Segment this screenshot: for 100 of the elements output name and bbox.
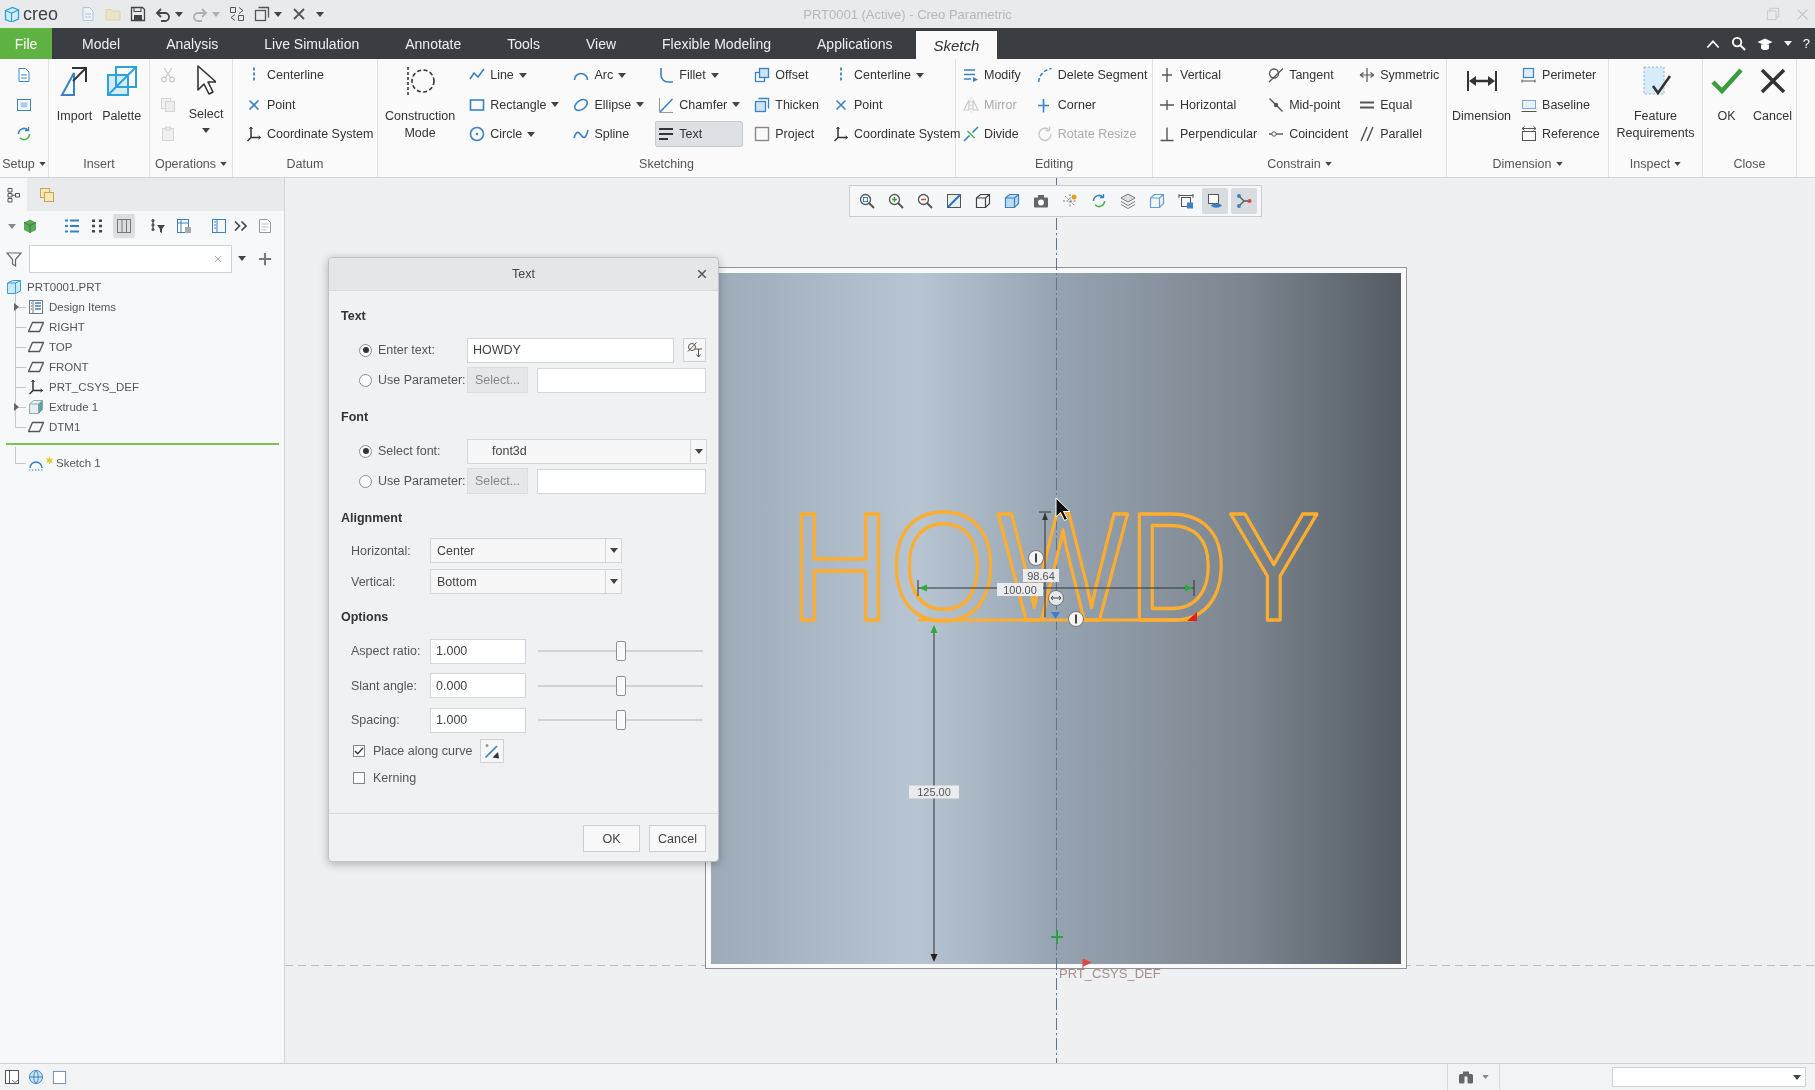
ribbon-tab[interactable]: Model	[59, 28, 144, 59]
slider-track[interactable]	[538, 639, 703, 664]
globe-icon[interactable]	[28, 1069, 44, 1085]
radio-button[interactable]	[359, 343, 372, 357]
slider-track[interactable]	[538, 708, 703, 733]
ribbon-button[interactable]: Project	[751, 121, 823, 147]
ribbon-tab[interactable]: View	[562, 28, 640, 59]
panel-toggle-icon[interactable]	[4, 1069, 20, 1085]
ribbon-button[interactable]: Text	[655, 121, 744, 147]
ribbon-button[interactable]: Spline	[570, 121, 648, 147]
slider-thumb[interactable]	[615, 641, 626, 662]
ribbon-button[interactable]: Baseline	[1518, 91, 1603, 118]
ribbon-button[interactable]: Delete Segment	[1033, 62, 1151, 88]
ribbon-tab[interactable]: Sketch	[915, 31, 998, 59]
font-dropdown[interactable]: font3d	[467, 438, 707, 464]
tree-item[interactable]: DTM1	[49, 421, 81, 433]
ribbon-button[interactable]: Centerline	[243, 62, 377, 88]
ribbon-button[interactable]: Parallel	[1356, 121, 1443, 147]
parameter-field[interactable]	[537, 367, 706, 393]
ribbon-large-button[interactable]: Feature Requirements	[1609, 62, 1702, 142]
find-button[interactable]	[1447, 1064, 1500, 1090]
parameter-field[interactable]	[537, 468, 706, 494]
tree-item[interactable]: Sketch 1	[56, 457, 101, 469]
ribbon-tab[interactable]: Tools	[484, 28, 563, 59]
clear-icon[interactable]	[213, 253, 223, 264]
ribbon-large-button[interactable]: Dimension	[1449, 62, 1515, 125]
number-field[interactable]: 1.000	[430, 707, 526, 733]
slider-thumb[interactable]	[615, 675, 626, 696]
search-icon[interactable]	[1730, 36, 1746, 51]
ribbon-button[interactable]: Thicken	[751, 91, 823, 118]
alignment-dropdown[interactable]: Bottom	[430, 569, 622, 594]
ribbon-button[interactable]: Coordinate System	[243, 121, 377, 147]
ribbon-large-button[interactable]: Select	[185, 62, 227, 133]
ribbon-button[interactable]: Rectangle	[466, 91, 563, 118]
radio-button[interactable]	[359, 444, 372, 458]
slider-thumb[interactable]	[615, 710, 626, 731]
ribbon-button[interactable]: Line	[466, 62, 563, 88]
ribbon-button[interactable]: Offset	[751, 62, 823, 88]
tree-item[interactable]: PRT0001.PRT	[27, 281, 102, 293]
ribbon-tab[interactable]: Flexible Modeling	[639, 28, 794, 59]
close-icon[interactable]	[697, 269, 707, 279]
radio-button[interactable]	[359, 474, 372, 488]
expand-triangle-icon[interactable]	[13, 303, 19, 311]
ribbon-button[interactable]: Fillet	[655, 62, 744, 88]
number-field[interactable]: 1.000	[430, 638, 526, 664]
ribbon-tab[interactable]: Analysis	[143, 28, 242, 59]
ribbon-button[interactable]: Horizontal	[1156, 91, 1261, 118]
group-label[interactable]: Constrain	[1267, 157, 1321, 171]
tree-item[interactable]: PRT_CSYS_DEF	[49, 381, 139, 393]
ribbon-large-button[interactable]: Cancel	[1749, 62, 1796, 125]
caret-icon[interactable]	[1783, 41, 1792, 46]
ribbon-button[interactable]: Circle	[466, 121, 563, 147]
ribbon-button[interactable]: Reference	[1518, 121, 1603, 147]
plus-icon[interactable]	[258, 251, 272, 266]
panel-tab[interactable]	[0, 178, 27, 211]
ribbon-tab[interactable]: Annotate	[382, 28, 485, 59]
ribbon-button[interactable]: Corner	[1033, 91, 1151, 118]
text-input[interactable]: HOWDY	[467, 337, 674, 363]
view-tool-button[interactable]	[1202, 188, 1228, 214]
symbol-button[interactable]	[683, 338, 706, 362]
ribbon-button[interactable]: Chamfer	[655, 91, 744, 118]
square-icon[interactable]	[52, 1069, 67, 1085]
ribbon-button[interactable]: Coincident	[1265, 121, 1352, 147]
expand-triangle-icon[interactable]	[13, 403, 19, 411]
ribbon-button[interactable]: Ellipse	[570, 91, 648, 118]
group-label[interactable]: Setup	[2, 157, 35, 171]
tree-item[interactable]: Design Items	[49, 301, 117, 313]
ribbon-button[interactable]: Vertical	[1156, 62, 1261, 88]
group-label[interactable]: Operations	[154, 157, 217, 171]
curve-select-button[interactable]	[480, 739, 505, 763]
ribbon-button[interactable]: Perpendicular	[1156, 121, 1261, 147]
checkbox[interactable]	[353, 772, 365, 784]
tree-item[interactable]: TOP	[49, 341, 73, 353]
dialog-button[interactable]: OK	[583, 825, 640, 852]
ribbon-button[interactable]: Mid-point	[1265, 91, 1352, 118]
ribbon-large-button[interactable]: Palette	[99, 62, 145, 125]
slider-track[interactable]	[538, 673, 703, 698]
checkbox[interactable]	[353, 745, 365, 757]
ribbon-large-button[interactable]: Import	[53, 62, 96, 125]
radio-button[interactable]	[359, 373, 372, 387]
help-button[interactable]: ?	[1802, 36, 1810, 51]
filter-field[interactable]	[29, 244, 232, 273]
insert-marker[interactable]	[6, 443, 279, 445]
ribbon-tab[interactable]: Applications	[794, 28, 916, 59]
alignment-dropdown[interactable]: Center	[430, 538, 622, 563]
tree-item[interactable]: RIGHT	[49, 321, 85, 333]
tree-item[interactable]: FRONT	[49, 361, 89, 373]
tree-item[interactable]: Extrude 1	[49, 401, 99, 413]
number-field[interactable]: 0.000	[430, 673, 526, 699]
group-label[interactable]: Dimension	[1492, 157, 1552, 171]
ribbon-button[interactable]: Equal	[1356, 91, 1443, 118]
ribbon-button[interactable]: Point	[243, 91, 377, 118]
ribbon-button[interactable]: Symmetric	[1356, 62, 1443, 88]
ribbon-button[interactable]: Arc	[570, 62, 648, 88]
filter-icon[interactable]	[6, 250, 22, 267]
ribbon-button[interactable]: Tangent	[1265, 62, 1352, 88]
ribbon-large-button[interactable]: OK	[1703, 62, 1750, 125]
group-label[interactable]: Inspect	[1629, 157, 1671, 171]
dialog-button[interactable]: Cancel	[649, 825, 706, 852]
ribbon-tab[interactable]: Live Simulation	[241, 28, 383, 59]
